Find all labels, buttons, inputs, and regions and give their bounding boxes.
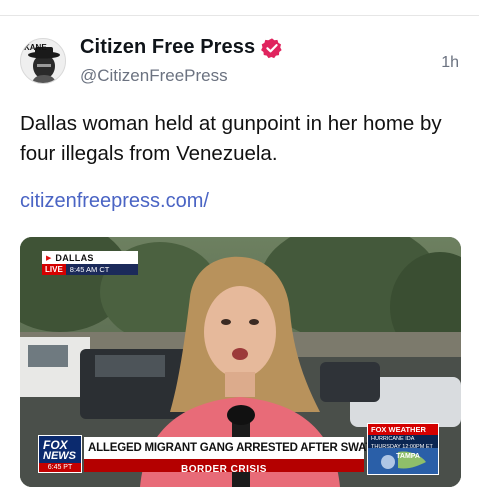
top-divider <box>0 15 479 16</box>
verified-badge-icon <box>261 37 282 58</box>
tweet-timestamp[interactable]: 1h <box>441 54 459 72</box>
headline-bar: ALLEGED MIGRANT GANG ARRESTED AFTER SWAT… <box>84 437 436 459</box>
news-lower-third: FOX NEWS 6:45 PT ALLEGED MIGRANT GANG AR… <box>38 435 436 475</box>
weather-sub: HURRICANE IDA <box>368 435 438 443</box>
author-name[interactable]: Citizen Free Press <box>80 36 255 59</box>
author-handle[interactable]: @CitizenFreePress <box>80 66 228 86</box>
live-badge: LIVE <box>42 264 66 275</box>
weather-city: TAMPA <box>396 453 420 460</box>
play-icon: ▶ <box>46 254 52 262</box>
location-city: DALLAS <box>55 252 94 263</box>
svg-text:KANE: KANE <box>24 43 47 52</box>
avatar[interactable]: KANE <box>20 38 66 84</box>
tweet-text: Dallas woman held at gunpoint in her hom… <box>20 112 442 165</box>
live-time: 8:45 AM CT <box>69 265 110 274</box>
avatar-image: KANE <box>21 39 65 83</box>
tweet-media-image[interactable]: ▶ DALLAS LIVE 8:45 AM CT FOX NEWS 6:45 P… <box>20 237 461 487</box>
author-row: Citizen Free Press <box>80 36 283 59</box>
weather-bug: FOX WEATHER HURRICANE IDA THURSDAY 12:00… <box>367 423 439 475</box>
tweet-link[interactable]: citizenfreepress.com/ <box>20 190 209 213</box>
weather-brand: FOX WEATHER <box>368 424 438 435</box>
fox-news-logo: FOX NEWS 6:45 PT <box>38 435 82 473</box>
weather-map-icon <box>368 448 438 474</box>
subhead-bar: BORDER CRISIS <box>84 459 364 475</box>
news-logo-text: NEWS <box>43 450 76 462</box>
broadcast-time: 6:45 PT <box>39 463 81 472</box>
subhead-text: BORDER CRISIS <box>181 464 267 475</box>
location-bug: ▶ DALLAS LIVE 8:45 AM CT <box>42 251 138 275</box>
